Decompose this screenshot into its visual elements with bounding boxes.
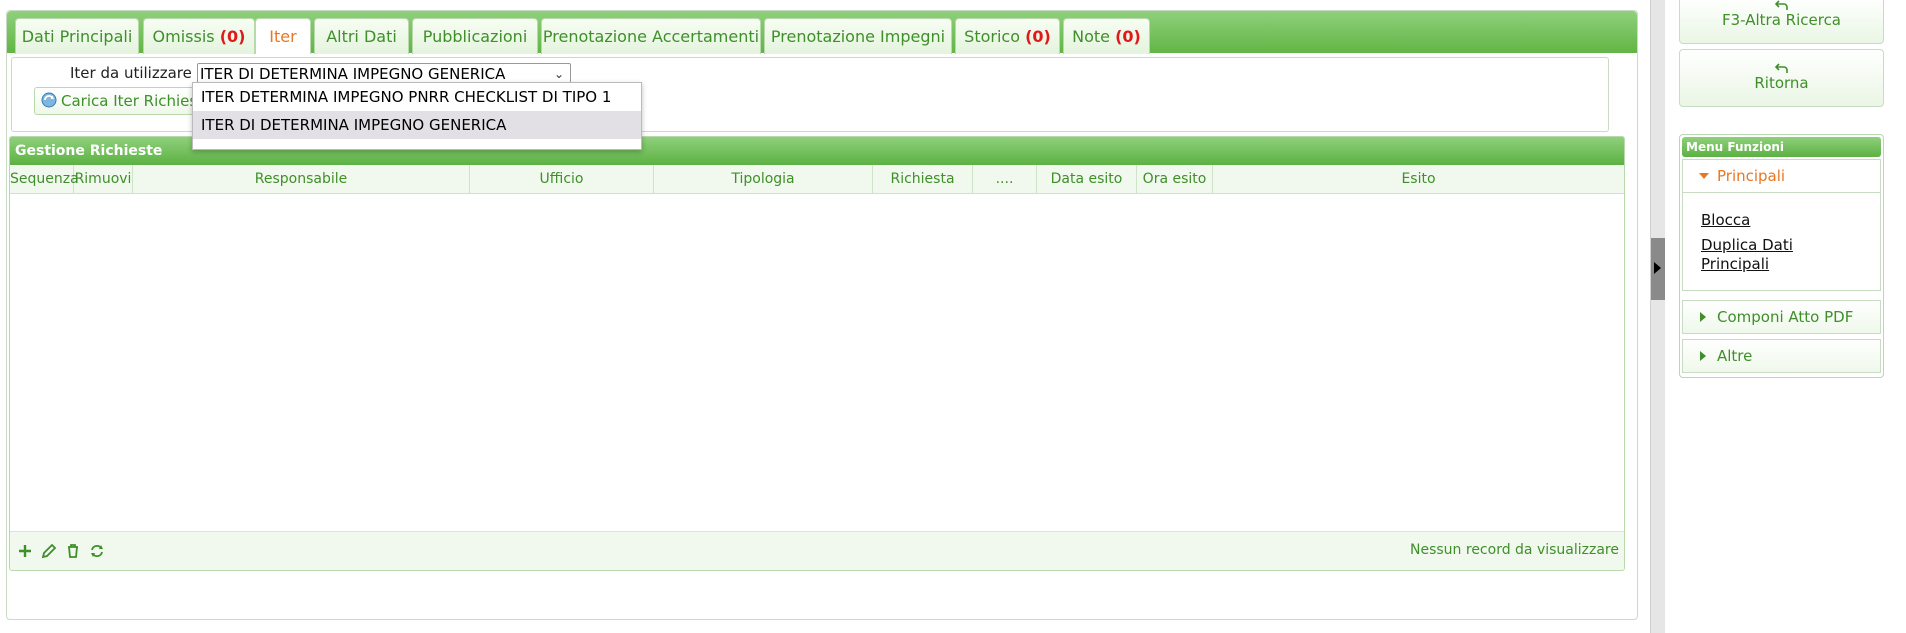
splitter[interactable] [1650,0,1665,633]
iter-select-value: ITER DI DETERMINA IMPEGNO GENERICA [200,65,506,83]
collapse-handle[interactable] [1651,238,1665,300]
tab-label: Note [1072,27,1116,46]
iter-dropdown-list: ITER DETERMINA IMPEGNO PNRR CHECKLIST DI… [192,82,642,150]
grid-header: Sequenza Rimuovi Responsabile Ufficio Ti… [10,165,1624,194]
tab-label: Prenotazione Accertamenti [542,27,760,46]
column-header-more[interactable]: .... [973,165,1037,193]
tab-pubblicazioni[interactable]: Pubblicazioni [412,18,538,54]
back-label: Ritorna [1754,74,1809,92]
column-header-ora-esito[interactable]: Ora esito [1137,165,1213,193]
trash-icon[interactable] [64,542,82,560]
tab-label: Omissis [152,27,220,46]
section-componi-atto-pdf[interactable]: Componi Atto PDF [1682,300,1881,334]
column-header-rimuovi[interactable]: Rimuovi [74,165,133,193]
functions-menu: Menu Funzioni Principali Blocca Duplica … [1679,134,1884,378]
caret-down-icon [1699,173,1709,179]
column-header-sequenza[interactable]: Sequenza [10,165,79,193]
tab-note[interactable]: Note (0) [1063,18,1150,54]
grid-footer: Nessun record da visualizzare [10,531,1624,570]
tab-prenotazione-accertamenti[interactable]: Prenotazione Accertamenti [541,18,761,54]
section-principali-body: Blocca Duplica Dati Principali [1682,193,1881,291]
section-principali[interactable]: Principali [1682,159,1881,193]
section-label: Altre [1717,347,1753,365]
other-search-button[interactable]: F3-Altra Ricerca [1679,0,1884,44]
tab-count: (0) [1115,27,1141,46]
back-button[interactable]: Ritorna [1679,49,1884,107]
refresh-icon[interactable] [88,542,106,560]
tab-bar: Dati Principali Omissis (0) Iter Altri D… [7,11,1637,54]
requests-grid: Gestione Richieste Sequenza Rimuovi Resp… [9,136,1625,571]
column-header-richiesta[interactable]: Richiesta [873,165,973,193]
iter-option-selected[interactable]: ITER DI DETERMINA IMPEGNO GENERICA [193,111,641,139]
add-icon[interactable] [16,542,34,560]
column-header-ufficio[interactable]: Ufficio [470,165,654,193]
menu-link-duplica-dati-principali[interactable]: Duplica Dati Principali [1701,236,1811,274]
tab-label: Altri Dati [326,27,397,46]
column-header-data-esito[interactable]: Data esito [1037,165,1137,193]
tab-label: Dati Principali [21,27,133,46]
tab-altri-dati[interactable]: Altri Dati [314,18,409,54]
no-records-text: Nessun record da visualizzare [1410,542,1619,558]
other-search-label: F3-Altra Ricerca [1721,11,1842,29]
tab-label: Iter [269,27,297,46]
section-label: Componi Atto PDF [1717,308,1854,326]
tab-iter[interactable]: Iter [255,18,311,54]
caret-right-icon [1700,312,1706,322]
tab-label: Pubblicazioni [422,27,528,46]
iter-label: Iter da utilizzare [70,64,192,82]
menu-link-blocca[interactable]: Blocca [1701,211,1880,230]
arrow-right-icon [1654,262,1661,274]
column-header-responsabile[interactable]: Responsabile [133,165,470,193]
back-arrow-icon [1774,0,1788,10]
column-header-tipologia[interactable]: Tipologia [654,165,873,193]
chevron-down-icon: ⌄ [553,67,564,81]
column-header-esito[interactable]: Esito [1213,165,1624,193]
load-iter-button[interactable]: Carica Iter Richieste [34,87,214,115]
tab-count: (0) [1025,27,1051,46]
tab-prenotazione-impegni[interactable]: Prenotazione Impegni [764,18,952,54]
edit-icon[interactable] [40,542,58,560]
tab-omissis[interactable]: Omissis (0) [143,18,255,54]
menu-title: Menu Funzioni [1682,137,1881,157]
tab-label: Storico [964,27,1026,46]
load-iter-label: Carica Iter Richieste [61,92,213,110]
iter-option[interactable]: ITER DETERMINA IMPEGNO PNRR CHECKLIST DI… [193,83,641,111]
section-label: Principali [1717,167,1786,185]
section-altre[interactable]: Altre [1682,339,1881,373]
refresh-icon [41,92,57,108]
caret-right-icon [1700,351,1706,361]
tab-dati-principali[interactable]: Dati Principali [15,18,139,54]
back-arrow-icon [1774,63,1788,73]
tab-count: (0) [219,27,246,46]
tab-storico[interactable]: Storico (0) [955,18,1060,54]
tab-label: Prenotazione Impegni [770,27,946,46]
